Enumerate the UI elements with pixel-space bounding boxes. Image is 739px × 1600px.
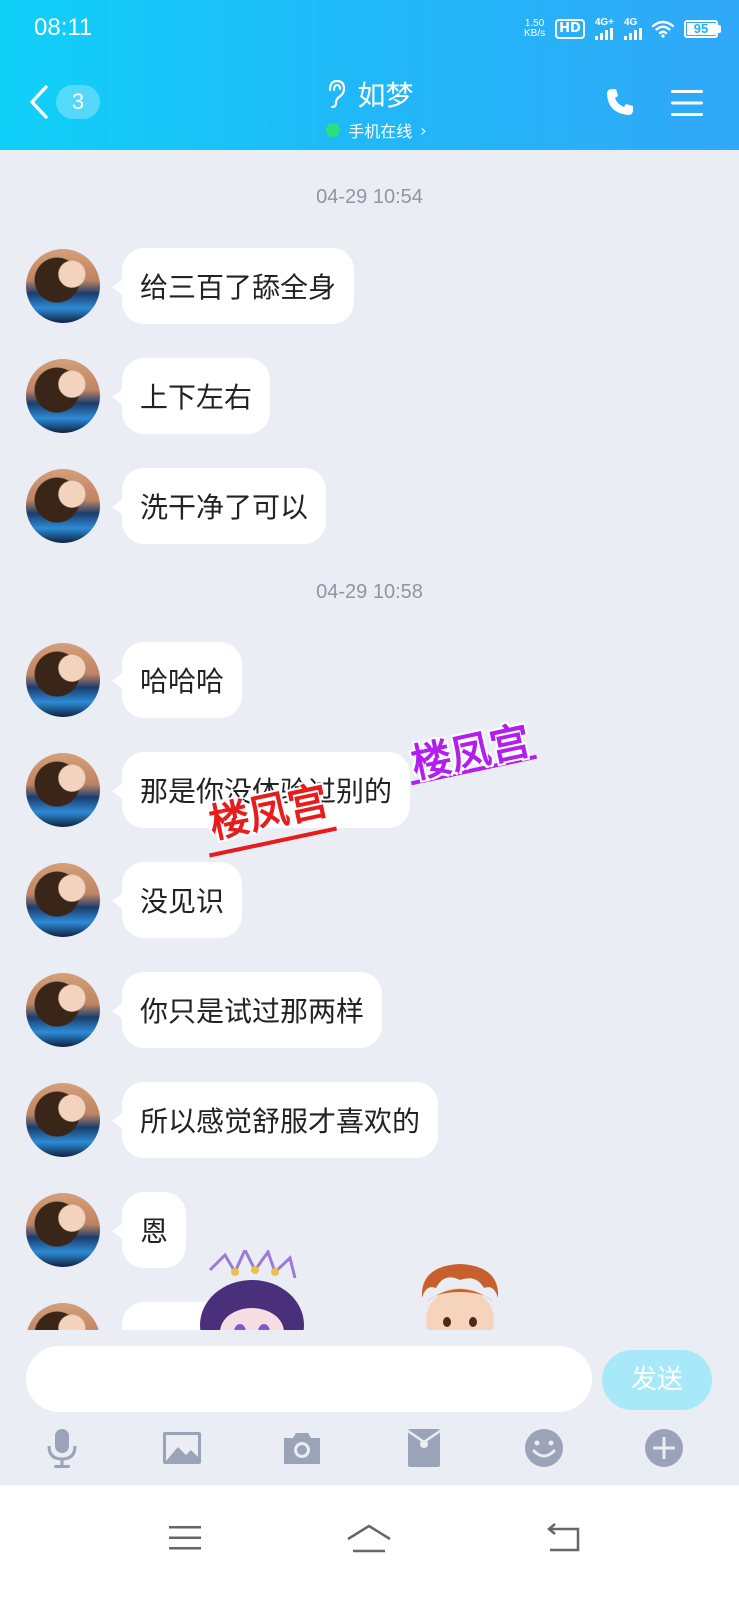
chat-header: 08:11 1.50 KB/s HD 4G+ 4G 95 3 如梦 手机在线 › [0, 0, 739, 150]
chevron-right-icon: › [420, 120, 427, 140]
avatar[interactable] [26, 753, 100, 827]
status-bar: 08:11 1.50 KB/s HD 4G+ 4G 95 [0, 0, 739, 60]
home-icon[interactable] [345, 1523, 393, 1555]
message-bubble[interactable]: 所以感觉舒服才喜欢的 [111, 1082, 439, 1158]
avatar[interactable] [26, 643, 100, 717]
message-bubble[interactable]: 上下左右 [111, 358, 271, 434]
ear-icon [329, 79, 346, 109]
message-bubble[interactable]: 恩 [111, 1192, 187, 1268]
red-packet-icon[interactable] [402, 1426, 446, 1470]
emoji-icon[interactable] [522, 1426, 566, 1470]
message-row: 给三百了舔全身 [26, 248, 355, 324]
avatar[interactable] [26, 1083, 100, 1157]
avatar[interactable] [26, 1193, 100, 1267]
message-bubble[interactable]: 给三百了舔全身 [111, 248, 355, 324]
battery-level: 95 [693, 21, 709, 36]
status-icons: 1.50 KB/s HD 4G+ 4G 95 [524, 14, 721, 44]
signal-4g-icon: 4G [624, 18, 642, 40]
camera-icon[interactable] [280, 1426, 324, 1470]
recent-apps-icon[interactable] [167, 1523, 203, 1553]
message-row: 上下左右 [26, 358, 271, 434]
chat-area[interactable]: 04-29 10:54 给三百了舔全身 上下左右 洗干净了可以 04-29 10… [0, 150, 739, 1340]
message-row: 你只是试过那两样 [26, 972, 383, 1048]
avatar[interactable] [26, 249, 100, 323]
timestamp: 04-29 10:54 [316, 186, 423, 208]
online-status[interactable]: 手机在线 › [0, 118, 739, 142]
watermark: 楼凤宫 [407, 717, 535, 788]
message-row: 恩 [26, 1192, 187, 1268]
online-status-text: 手机在线 [348, 122, 413, 141]
microphone-icon[interactable] [40, 1426, 84, 1470]
network-speed-unit: KB/s [524, 28, 546, 39]
avatar[interactable] [26, 469, 100, 543]
message-bubble[interactable]: 你只是试过那两样 [111, 972, 383, 1048]
back-nav-icon[interactable] [544, 1523, 584, 1553]
signal-4g-plus-icon: 4G+ [594, 17, 614, 40]
signal-4g-plus-label: 4G+ [594, 17, 614, 28]
avatar[interactable] [26, 863, 100, 937]
message-row: 洗干净了可以 [26, 468, 327, 544]
message-row: 哈哈哈 [26, 642, 243, 718]
timestamp: 04-29 10:58 [316, 581, 423, 603]
phone-icon[interactable] [604, 86, 636, 118]
wifi-icon [652, 20, 674, 38]
system-navigation-bar [0, 1485, 739, 1600]
network-speed: 1.50 KB/s [524, 19, 545, 39]
status-time: 08:11 [34, 14, 93, 41]
message-row: 所以感觉舒服才喜欢的 [26, 1082, 439, 1158]
composer-toolbar [0, 1420, 739, 1480]
message-bubble[interactable]: 没见识 [111, 862, 243, 938]
send-button[interactable]: 发送 [602, 1350, 712, 1410]
battery-icon: 95 [684, 20, 721, 38]
menu-icon[interactable] [670, 88, 704, 118]
online-dot-icon [326, 123, 341, 137]
message-input[interactable] [26, 1346, 592, 1412]
plus-icon[interactable] [642, 1426, 686, 1470]
avatar[interactable] [26, 359, 100, 433]
image-icon[interactable] [160, 1426, 204, 1470]
message-row: 没见识 [26, 862, 243, 938]
avatar[interactable] [26, 973, 100, 1047]
message-bubble[interactable]: 哈哈哈 [111, 642, 243, 718]
signal-4g-label: 4G [624, 17, 638, 28]
contact-name: 如梦 [357, 79, 414, 112]
hd-badge: HD [555, 19, 585, 39]
message-bubble[interactable]: 洗干净了可以 [111, 468, 327, 544]
composer: 发送 [0, 1330, 739, 1485]
